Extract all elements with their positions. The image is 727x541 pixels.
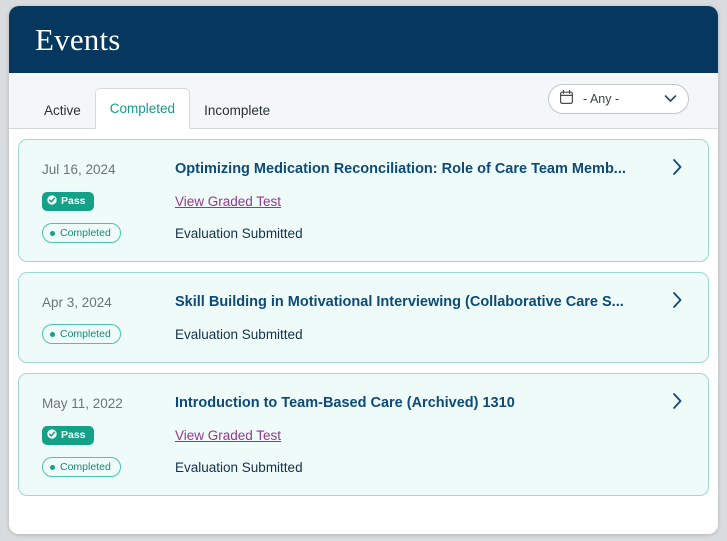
view-graded-test-link[interactable]: View Graded Test [175, 428, 281, 443]
status-dot-icon [50, 331, 55, 337]
chevron-right-icon[interactable] [672, 392, 683, 415]
date-filter-value: - Any - [583, 92, 620, 106]
event-card[interactable]: May 11, 2022 Introduction to Team-Based … [18, 373, 709, 496]
date-filter-dropdown[interactable]: - Any - [548, 84, 689, 114]
chevron-right-icon[interactable] [672, 158, 683, 181]
tab-bar: Active Completed Incomplete - Any - [9, 73, 718, 129]
chevron-down-icon [664, 90, 677, 108]
status-badge-label: Completed [60, 328, 111, 340]
event-date-cell: Jul 16, 2024 [42, 162, 175, 177]
event-evaluation-cell: Evaluation Submitted [175, 460, 686, 475]
status-badge: Completed [42, 324, 121, 344]
tab-completed[interactable]: Completed [94, 88, 191, 129]
pass-badge: Pass [42, 425, 94, 445]
status-badge: Completed [42, 223, 121, 243]
event-title: Introduction to Team-Based Care (Archive… [175, 395, 515, 411]
event-date-cell: Apr 3, 2024 [42, 295, 175, 310]
event-card[interactable]: Apr 3, 2024 Skill Building in Motivation… [18, 272, 709, 363]
events-list: Jul 16, 2024 Optimizing Medication Recon… [9, 129, 718, 534]
chevron-right-icon[interactable] [672, 291, 683, 314]
evaluation-status: Evaluation Submitted [175, 326, 303, 342]
tab-incomplete[interactable]: Incomplete [190, 94, 284, 128]
event-title-cell: Skill Building in Motivational Interview… [175, 294, 686, 310]
event-link-cell: View Graded Test [175, 428, 686, 443]
event-status-cell: Completed [42, 324, 175, 344]
event-pass-cell: Pass [42, 191, 175, 211]
event-pass-row: Pass View Graded Test [19, 423, 708, 447]
event-status-cell: Completed [42, 457, 175, 477]
status-badge-label: Completed [60, 461, 111, 473]
status-dot-icon [50, 464, 55, 470]
event-pass-cell: Pass [42, 425, 175, 445]
event-status-row: Completed Evaluation Submitted [19, 322, 708, 346]
event-header-row: Jul 16, 2024 Optimizing Medication Recon… [19, 157, 708, 181]
event-date: Jul 16, 2024 [42, 161, 116, 177]
event-header-row: May 11, 2022 Introduction to Team-Based … [19, 391, 708, 415]
evaluation-status: Evaluation Submitted [175, 225, 303, 241]
event-header-row: Apr 3, 2024 Skill Building in Motivation… [19, 290, 708, 314]
event-status-cell: Completed [42, 223, 175, 243]
pass-badge-label: Pass [61, 429, 86, 441]
event-date-cell: May 11, 2022 [42, 396, 175, 411]
event-title-cell: Optimizing Medication Reconciliation: Ro… [175, 161, 686, 177]
check-circle-icon [47, 428, 57, 442]
page-header: Events [9, 6, 718, 73]
event-title-cell: Introduction to Team-Based Care (Archive… [175, 395, 686, 411]
pass-badge: Pass [42, 191, 94, 211]
page-title: Events [35, 22, 121, 57]
event-evaluation-cell: Evaluation Submitted [175, 327, 686, 342]
event-date: May 11, 2022 [42, 395, 123, 411]
event-evaluation-cell: Evaluation Submitted [175, 226, 686, 241]
pass-badge-label: Pass [61, 195, 86, 207]
event-title: Skill Building in Motivational Interview… [175, 294, 624, 310]
event-status-row: Completed Evaluation Submitted [19, 221, 708, 245]
check-circle-icon [47, 194, 57, 208]
event-card[interactable]: Jul 16, 2024 Optimizing Medication Recon… [18, 139, 709, 262]
status-badge-label: Completed [60, 227, 111, 239]
events-window: Events Active Completed Incomplete - Any… [9, 6, 718, 534]
event-status-row: Completed Evaluation Submitted [19, 455, 708, 479]
tab-active[interactable]: Active [30, 94, 95, 128]
status-badge: Completed [42, 457, 121, 477]
tab-list: Active Completed Incomplete [9, 73, 284, 129]
event-pass-row: Pass View Graded Test [19, 189, 708, 213]
status-dot-icon [50, 230, 55, 236]
view-graded-test-link[interactable]: View Graded Test [175, 194, 281, 209]
event-title: Optimizing Medication Reconciliation: Ro… [175, 161, 626, 177]
evaluation-status: Evaluation Submitted [175, 459, 303, 475]
event-date: Apr 3, 2024 [42, 294, 112, 310]
calendar-icon [560, 89, 574, 109]
event-link-cell: View Graded Test [175, 194, 686, 209]
